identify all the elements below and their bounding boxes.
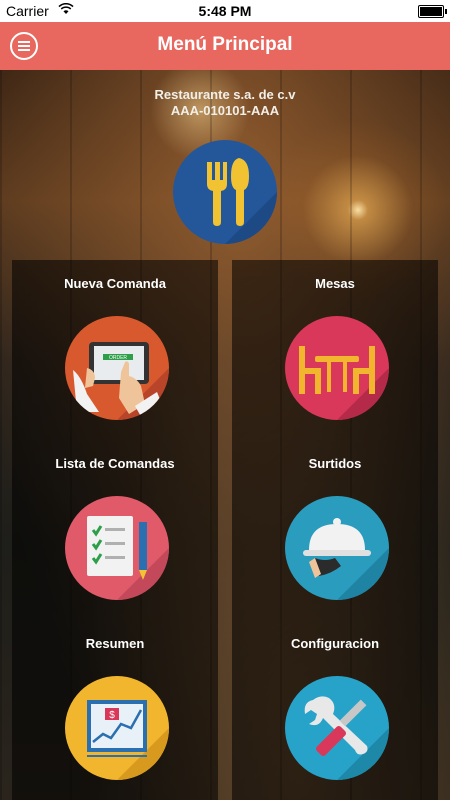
checklist-icon: [65, 496, 169, 600]
company-rfc: AAA-010101-AAA: [170, 103, 280, 118]
tile-label: Resumen: [85, 636, 145, 651]
page-title: Menú Principal: [157, 34, 293, 55]
company-name: Restaurante s.a. de c.v: [154, 87, 296, 102]
tile-label: Surtidos: [308, 456, 362, 471]
clock: 5:48 PM: [198, 3, 252, 19]
tablet-order-icon: ORDER: [65, 316, 169, 420]
tile-surtidos[interactable]: Surtidos: [232, 440, 438, 620]
tile-resumen[interactable]: Resumen $: [12, 620, 218, 800]
status-bar: Carrier 5:48 PM: [0, 0, 450, 22]
wrench-screwdriver-icon: [285, 676, 389, 780]
tile-label: Lista de Comandas: [55, 456, 175, 471]
battery-icon: [418, 5, 447, 18]
tile-nueva-comanda[interactable]: Nueva Comanda ORDER: [12, 260, 218, 440]
tile-lista-de-comandas[interactable]: Lista de Comandas: [12, 440, 218, 620]
tile-mesas[interactable]: Mesas: [232, 260, 438, 440]
tile-label: Configuracion: [290, 636, 380, 651]
summary-chart-icon: $: [65, 676, 169, 780]
cutlery-logo-icon: [173, 140, 277, 244]
tablet-order-text: ORDER: [109, 355, 127, 361]
food-cloche-icon: [285, 496, 389, 600]
app-header: Menú Principal: [0, 22, 450, 70]
company-info: Restaurante s.a. de c.v AAA-010101-AAA: [0, 87, 450, 119]
tile-configuracion[interactable]: Configuracion: [232, 620, 438, 800]
dining-table-icon: [285, 316, 389, 420]
tile-label: Mesas: [315, 276, 355, 291]
svg-text:$: $: [109, 710, 115, 721]
tile-label: Nueva Comanda: [64, 276, 166, 291]
